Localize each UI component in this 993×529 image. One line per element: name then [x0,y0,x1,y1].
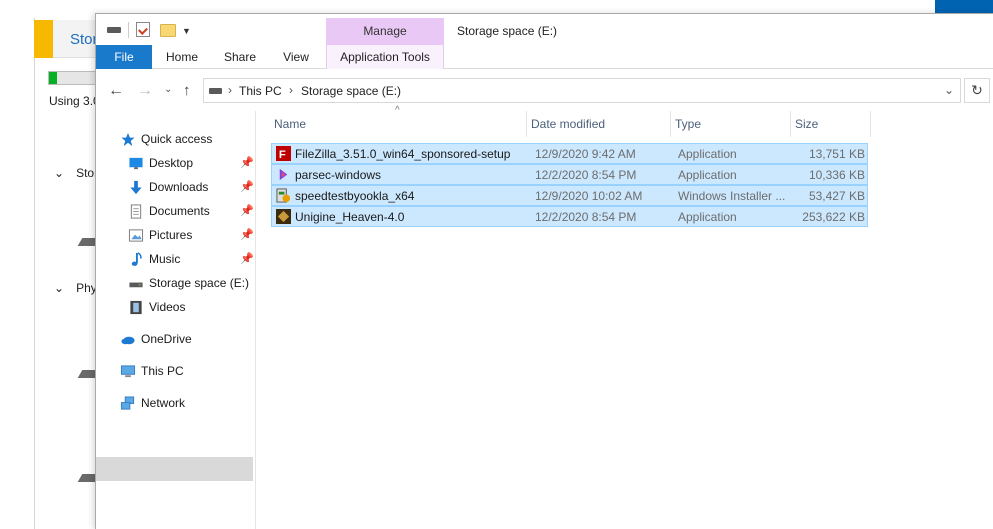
nav-item-label: Documents [149,204,210,218]
navigation-pane: Quick access Desktop 📌 Downloads 📌 Docum… [96,111,256,529]
file-size: 13,751 KB [808,147,865,161]
download-arrow-icon [130,180,142,195]
nav-item-label: Pictures [149,228,193,242]
background-header-accent [34,20,53,58]
address-dropdown-chevron-icon[interactable]: ⌄ [944,83,954,97]
file-type: Windows Installer ... [678,189,786,203]
file-name: Unigine_Heaven-4.0 [295,210,405,224]
file-row-unigine[interactable]: Unigine_Heaven-4.0 12/2/2020 8:54 PM App… [271,206,868,227]
music-note-icon [131,252,142,266]
nav-item-label: Network [141,396,186,410]
address-bar[interactable]: › This PC › Storage space (E:) ⌄ [203,78,961,103]
recent-locations-chevron-icon[interactable]: ⌄ [164,84,172,95]
breadcrumb-this-pc[interactable]: This PC [239,84,282,98]
pin-icon[interactable]: 📌 [240,204,254,217]
pin-icon[interactable]: 📌 [240,180,254,193]
file-size: 53,427 KB [808,189,865,203]
star-icon [121,132,135,147]
file-type: Application [678,210,737,224]
file-date: 12/9/2020 9:42 AM [535,147,636,161]
file-size: 10,336 KB [808,168,865,182]
refresh-icon[interactable]: ↻ [964,78,990,103]
file-name: speedtestbyookla_x64 [295,189,415,203]
breadcrumb-storage-space[interactable]: Storage space (E:) [301,84,401,98]
file-row-filezilla[interactable]: F FileZilla_3.51.0_win64_sponsored-setup… [271,143,868,164]
tab-file[interactable]: File [96,45,152,69]
nav-item-label: Desktop [149,156,194,170]
address-row: ← → ⌄ ↑ › This PC › Storage space (E:) ⌄… [96,76,993,106]
column-header-type[interactable]: Type [671,111,791,137]
background-section-physical[interactable]: ⌄ Phy [54,281,97,295]
ribbon-tabs: File Home Share View Application Tools [96,45,993,69]
toolbar-separator [128,22,129,38]
file-list: ^ Name Date modified Type Size F FileZil… [270,105,990,529]
drive-icon [209,88,222,94]
parsec-icon [279,168,288,181]
nav-item-label: Music [149,252,181,266]
column-header-date-modified[interactable]: Date modified [527,111,671,137]
computer-icon [120,365,136,378]
nav-item-label: Videos [149,300,186,314]
manage-context-tab[interactable]: Manage [326,18,444,45]
nav-item-label: Storage space (E:) [149,276,250,290]
svg-text:F: F [279,149,286,161]
file-date: 12/2/2020 8:54 PM [535,210,637,224]
cloud-icon [121,336,135,345]
background-usage-text: Using 3.0 [49,94,100,108]
file-row-speedtest[interactable]: speedtestbyookla_x64 12/9/2020 10:02 AM … [271,185,868,206]
background-usage-bar-fill [49,72,57,84]
background-section-storage[interactable]: ⌄ Stor [54,166,98,180]
pictures-icon [128,229,144,242]
background-section-label: Phy [76,281,97,295]
file-type: Application [678,147,737,161]
file-name: parsec-windows [295,168,382,182]
properties-icon[interactable] [136,22,150,37]
file-name: FileZilla_3.51.0_win64_sponsored-setup [295,147,511,161]
column-header-size[interactable]: Size [791,111,871,137]
pin-icon[interactable]: 📌 [240,156,254,169]
column-header-name[interactable]: Name [270,111,527,137]
background-header-title: Stor [70,31,98,48]
tab-home[interactable]: Home [156,45,208,69]
up-arrow-icon[interactable]: ↑ [183,82,191,99]
nav-item-label: This PC [141,364,184,378]
tab-view[interactable]: View [272,45,320,69]
breadcrumb-chevron-icon[interactable]: › [289,83,293,97]
drive-icon [107,27,121,33]
nav-item-label: OneDrive [141,332,192,346]
drive-icon [129,282,143,288]
background-desktop-strip [935,0,993,14]
title-bar: ▼ Manage Storage space (E:) [96,14,993,45]
file-row-parsec[interactable]: parsec-windows 12/2/2020 8:54 PM Applica… [271,164,868,185]
file-date: 12/9/2020 10:02 AM [535,189,643,203]
pin-icon[interactable]: 📌 [240,252,254,265]
file-type: Application [678,168,737,182]
installer-icon [276,188,291,203]
new-folder-icon[interactable] [160,24,176,37]
file-size: 253,622 KB [802,210,865,224]
file-explorer-window: ▼ Manage Storage space (E:) File Home Sh… [95,13,993,529]
background-usage-bar [48,71,98,85]
videos-icon [130,300,142,315]
customize-toolbar-chevron-icon[interactable]: ▼ [182,26,198,42]
nav-item-label: Quick access [141,132,213,146]
nav-selection-highlight [96,457,253,481]
pin-icon[interactable]: 📌 [240,228,254,241]
nav-item-label: Downloads [149,180,209,194]
tab-share[interactable]: Share [214,45,266,69]
file-date: 12/2/2020 8:54 PM [535,168,637,182]
desktop-icon [129,157,143,170]
network-icon [120,396,135,410]
unigine-icon [276,209,291,224]
breadcrumb-chevron-icon[interactable]: › [228,83,232,97]
forward-arrow-icon[interactable]: → [137,82,153,100]
window-title: Storage space (E:) [457,24,558,38]
documents-icon [130,204,142,219]
filezilla-icon: F [276,146,291,161]
back-arrow-icon[interactable]: ← [108,82,124,100]
tab-application-tools[interactable]: Application Tools [326,45,444,69]
